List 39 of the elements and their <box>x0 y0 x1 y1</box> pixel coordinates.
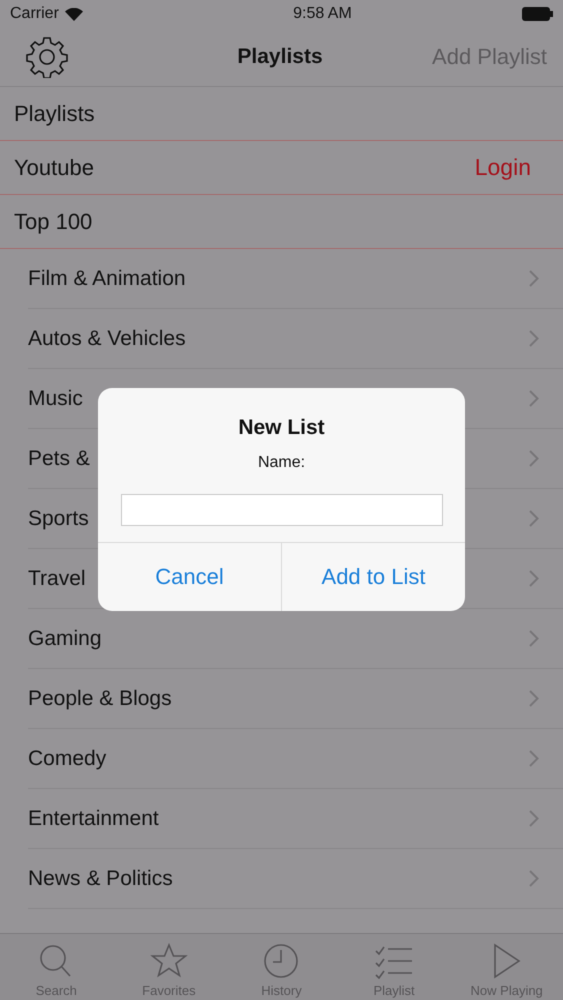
category-label[interactable]: Film & Animation <box>28 266 186 290</box>
section-header[interactable]: Top 100 <box>14 208 92 234</box>
clock-time: 9:58 AM <box>293 5 352 23</box>
dialog-title: New List <box>238 416 325 440</box>
category-label[interactable]: Autos & Vehicles <box>28 326 186 350</box>
chevron-icon <box>529 510 539 527</box>
star-icon <box>148 943 189 979</box>
dialog-button[interactable]: Cancel <box>98 543 281 611</box>
wifi-icon <box>64 8 83 20</box>
carrier-label: Carrier <box>10 5 59 23</box>
section-header[interactable]: Youtube <box>14 154 94 180</box>
chevron-icon <box>529 570 539 587</box>
category-label[interactable]: Pets & <box>28 446 90 470</box>
category-label[interactable]: Entertainment <box>28 806 159 830</box>
category-label[interactable]: Music <box>28 386 83 410</box>
chevron-icon <box>529 330 539 347</box>
category-label[interactable]: Comedy <box>28 746 106 770</box>
dialog-button[interactable]: Add to List <box>281 543 465 611</box>
chevron-icon <box>529 450 539 467</box>
chevron-icon <box>529 750 539 767</box>
chevron-icon <box>529 630 539 647</box>
category-label[interactable]: Gaming <box>28 626 102 650</box>
nav-title: Playlists <box>237 45 323 69</box>
settings-icon[interactable] <box>26 36 68 78</box>
category-label[interactable]: Sports <box>28 506 89 530</box>
battery-icon <box>522 7 553 21</box>
name-input-field[interactable] <box>120 494 442 526</box>
chevron-icon <box>529 810 539 827</box>
chevron-icon <box>529 270 539 287</box>
category-label[interactable]: People & Blogs <box>28 686 172 710</box>
category-label[interactable]: News & Politics <box>28 866 173 890</box>
clock-icon <box>263 943 300 979</box>
category-label[interactable]: Travel <box>28 566 86 590</box>
chevron-icon <box>529 690 539 707</box>
chevron-icon <box>529 870 539 887</box>
checklist-icon <box>374 945 414 979</box>
dialog-message: Name: <box>258 454 306 472</box>
chevron-icon <box>529 390 539 407</box>
section-header[interactable]: Playlists <box>14 100 95 126</box>
